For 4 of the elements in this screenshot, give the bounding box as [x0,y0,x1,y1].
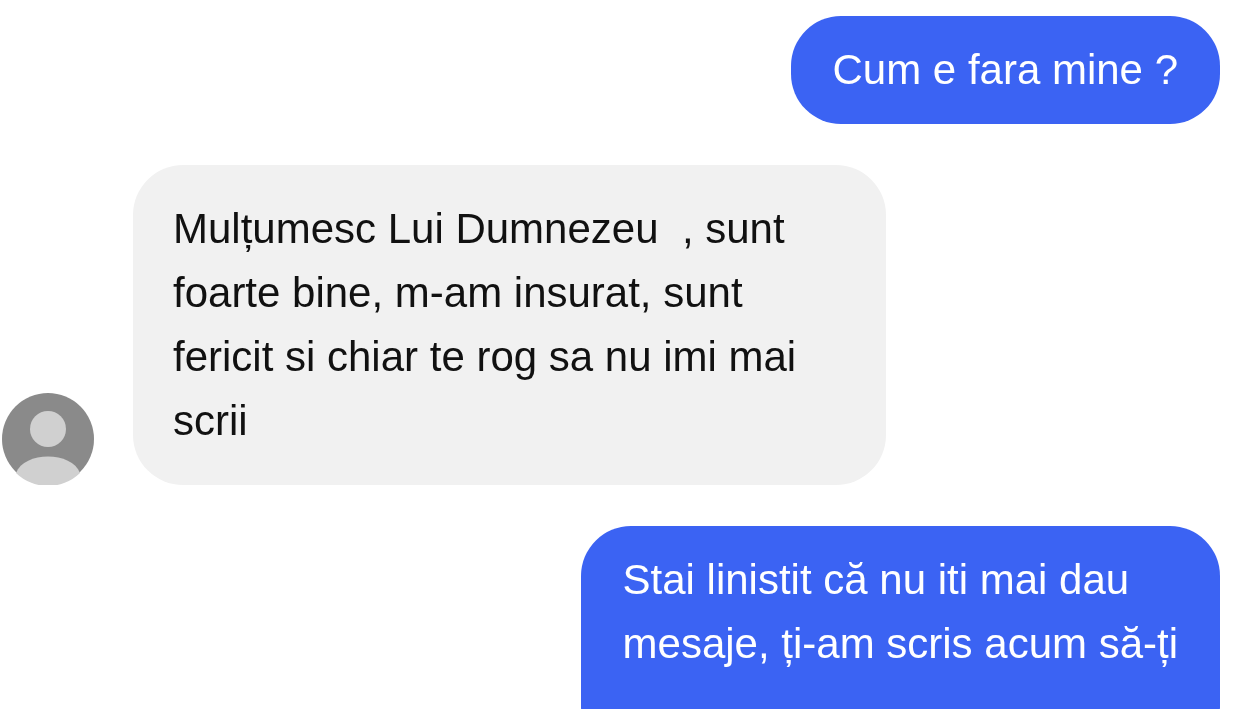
avatar-icon [2,393,94,485]
sent-message-bubble: Cum e fara mine ? [790,16,1220,124]
sent-message-bubble: Stai linistit că nu iti mai dau mesaje, ți-am scris acum să-ți [580,526,1220,709]
received-message-bubble: Mulțumesc Lui Dumnezeu , sunt foarte bine, m-am insurat, sunt fericit si chiar te rog sa nu imi mai scrii [133,165,887,485]
